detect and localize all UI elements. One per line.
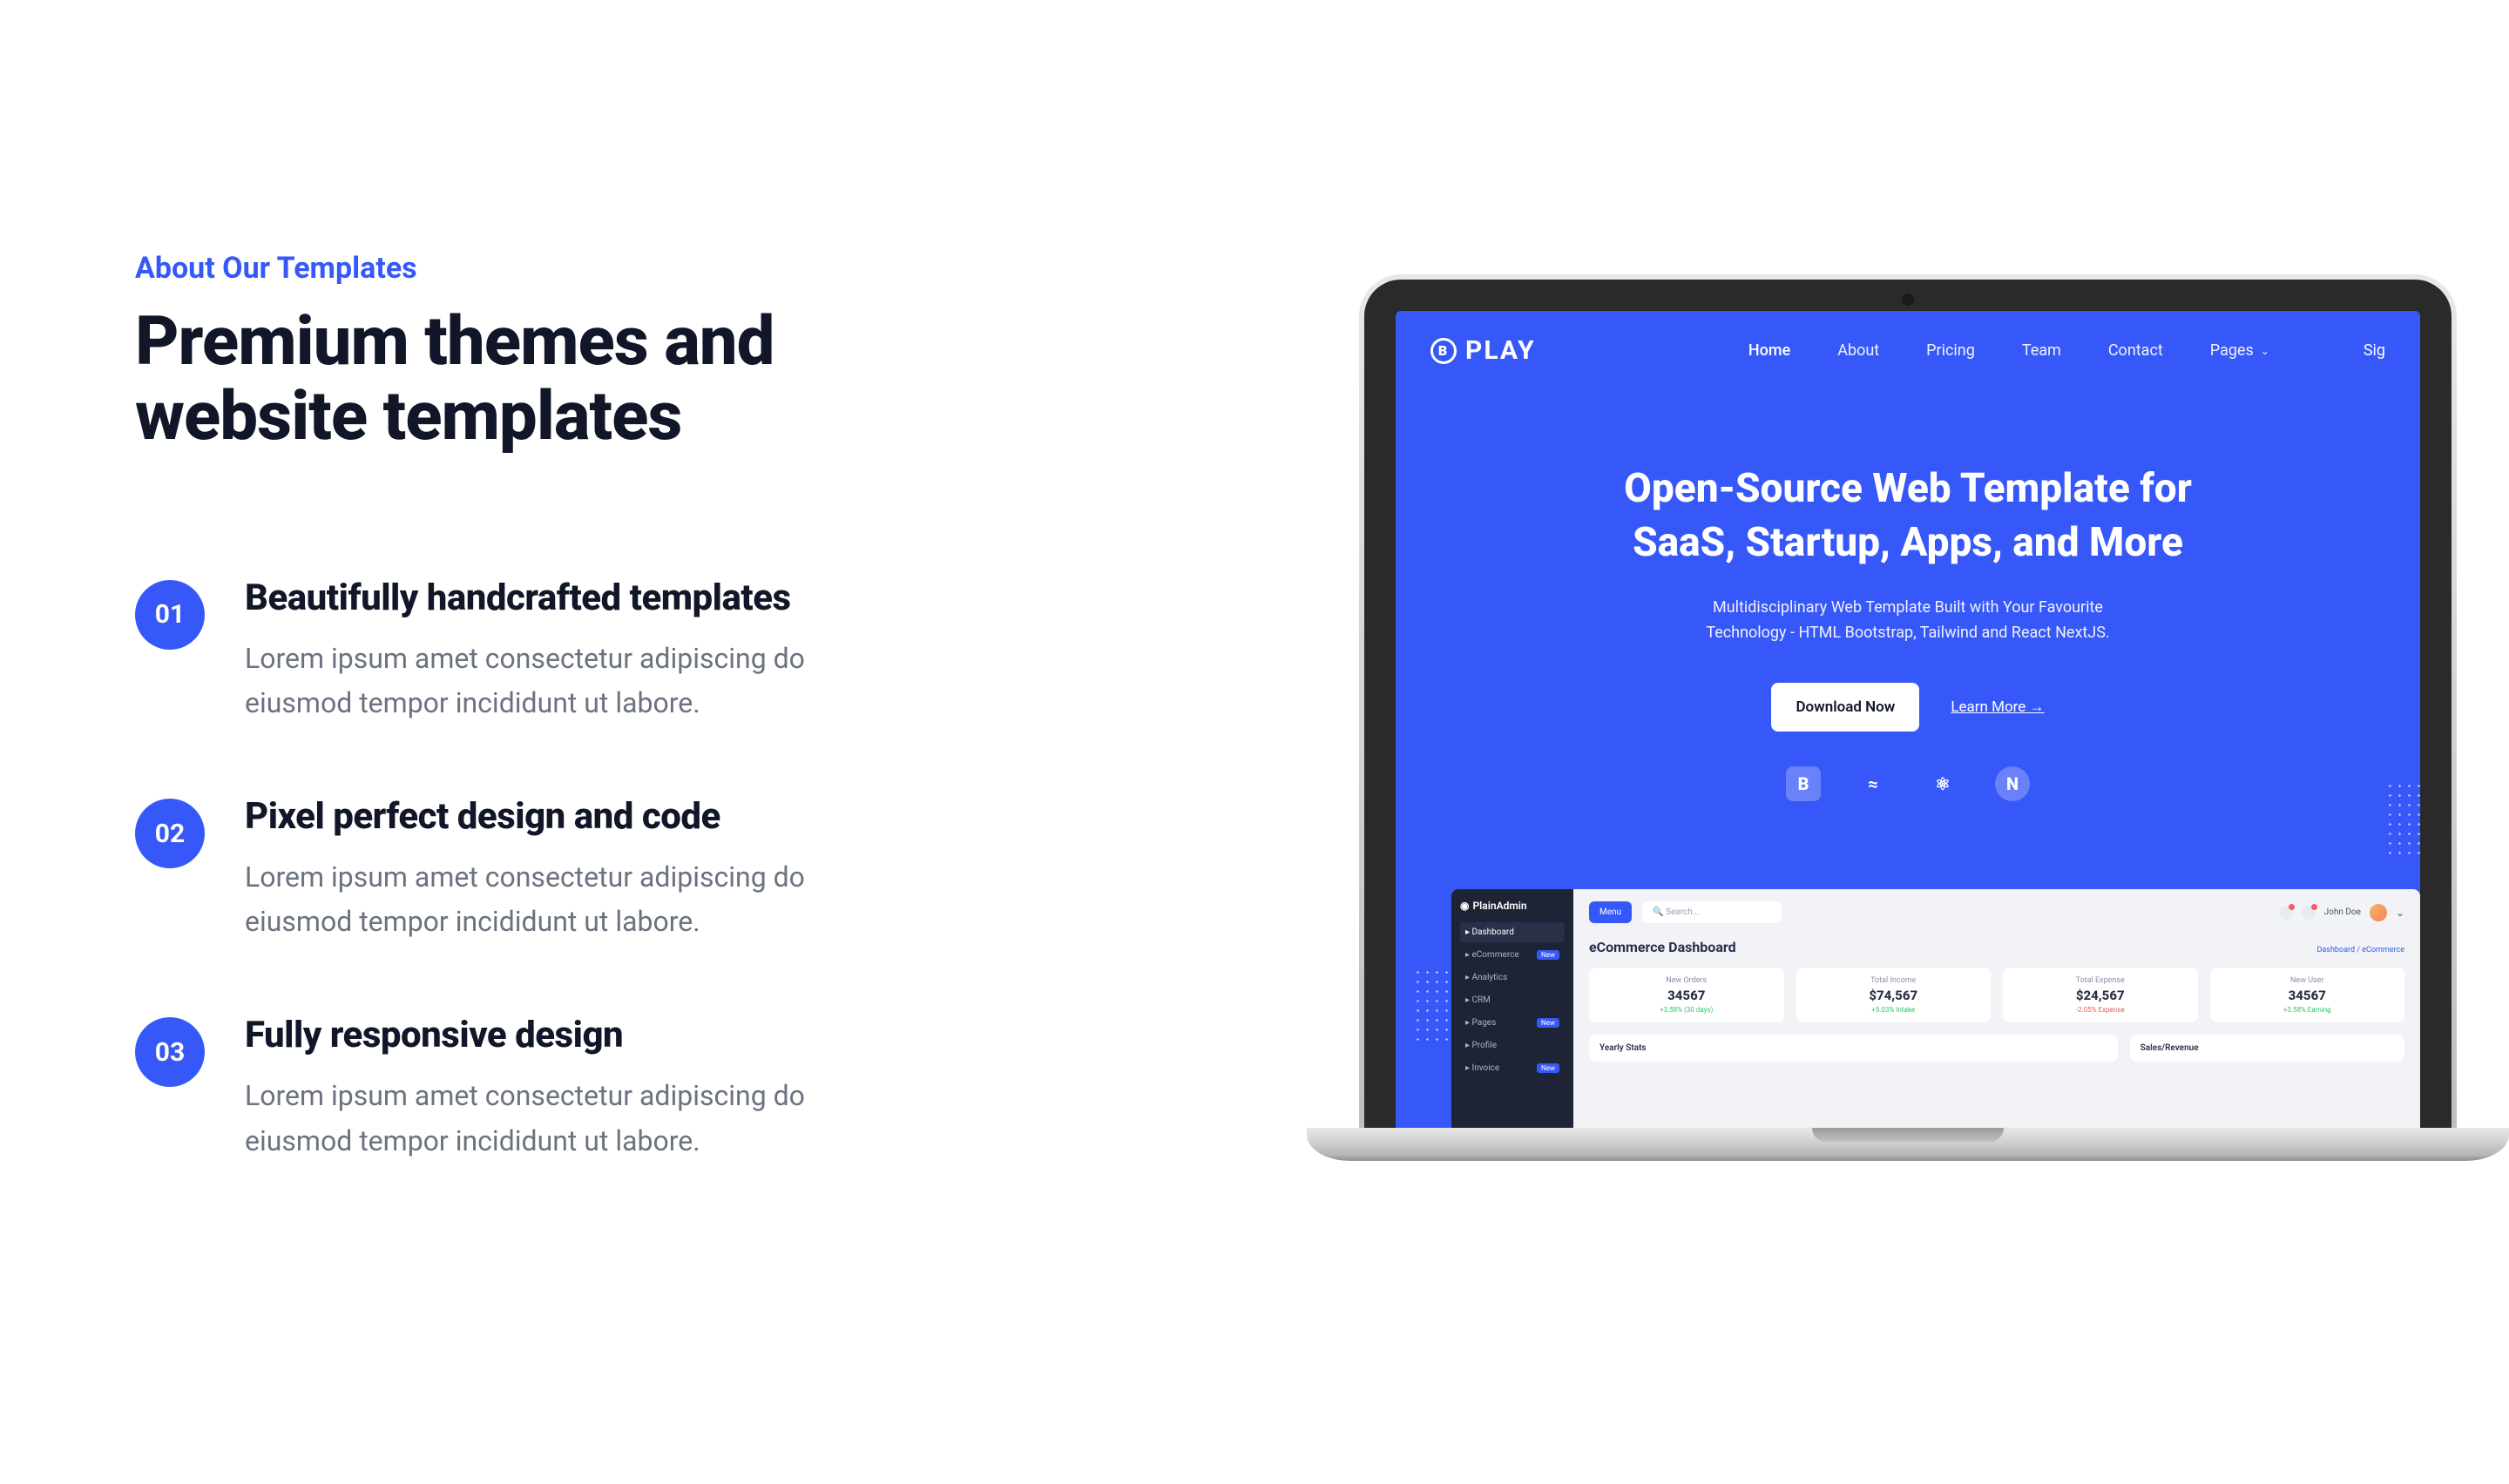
sidebar-item[interactable]: ▸ Profile (1460, 1035, 1565, 1056)
dashboard-mockup: PlainAdmin ▸ Dashboard ▸ eCommerceNew ▸ An… (1451, 889, 2420, 1133)
content-left: About Our Templates Premium themes and w… (0, 251, 1150, 1233)
dashboard-title: eCommerce Dashboard Dashboard / eCommerc… (1589, 939, 2404, 955)
hero-subtitle: Multidisciplinary Web Template Built wit… (1396, 596, 2420, 646)
sidebar-item[interactable]: ▸ eCommerceNew (1460, 945, 1565, 965)
tech-icons: B ≈ ⚛ N (1396, 766, 2420, 801)
stat-card: New User34567+3.58% Earning (2210, 968, 2405, 1022)
chevron-down-icon: ⌄ (2396, 907, 2404, 919)
feature-number-badge: 02 (135, 799, 205, 868)
sidebar-item[interactable]: ▸ PagesNew (1460, 1013, 1565, 1033)
mockup-hero: Open-Source Web Template for SaaS, Start… (1396, 366, 2420, 801)
feature-title: Pixel perfect design and code (245, 795, 1150, 838)
nav-about[interactable]: About (1837, 341, 1879, 360)
nav-home[interactable]: Home (1748, 341, 1790, 360)
feature-item: 01 Beautifully handcrafted templates Lor… (135, 577, 1150, 725)
sidebar-item[interactable]: ▸ InvoiceNew (1460, 1058, 1565, 1078)
feature-item: 02 Pixel perfect design and code Lorem i… (135, 795, 1150, 944)
camera-icon (1902, 293, 1914, 306)
avatar[interactable] (2370, 904, 2387, 921)
dashboard-main: Menu 🔍 Search... John Doe ⌄ (1573, 889, 2420, 1133)
section-subtitle: About Our Templates (135, 251, 1150, 286)
section-title: Premium themes and website templates (135, 305, 1150, 455)
feature-number-badge: 03 (135, 1017, 205, 1087)
dashboard-logo: PlainAdmin (1460, 900, 1565, 912)
decoration-dots (2385, 781, 2420, 860)
dashboard-sidebar: PlainAdmin ▸ Dashboard ▸ eCommerceNew ▸ An… (1451, 889, 1573, 1133)
nav-pricing[interactable]: Pricing (1926, 341, 1975, 360)
stat-card: Total Income$74,567+5.03% Intake (1796, 968, 1992, 1022)
nav-pages[interactable]: Pages ⌄ (2210, 341, 2269, 360)
sidebar-item[interactable]: ▸ Analytics (1460, 968, 1565, 988)
chevron-down-icon: ⌄ (2261, 345, 2269, 357)
download-button[interactable]: Download Now (1771, 683, 1919, 732)
message-icon[interactable] (2302, 906, 2316, 920)
nav-signin[interactable]: Sig (2364, 341, 2385, 360)
yearly-stats-card: Yearly Stats (1589, 1035, 2118, 1062)
hero-title: Open-Source Web Template for SaaS, Start… (1396, 462, 2420, 570)
feature-item: 03 Fully responsive design Lorem ipsum a… (135, 1014, 1150, 1163)
tailwind-icon: ≈ (1856, 766, 1890, 801)
logo-icon: B (1430, 338, 1457, 364)
user-menu[interactable]: John Doe ⌄ (2279, 904, 2404, 921)
react-icon: ⚛ (1925, 766, 1960, 801)
laptop-base (1307, 1128, 2509, 1161)
bootstrap-icon: B (1786, 766, 1821, 801)
feature-title: Fully responsive design (245, 1014, 1150, 1056)
feature-description: Lorem ipsum amet consectetur adipiscing … (245, 1074, 872, 1163)
learn-more-link[interactable]: Learn More → (1951, 698, 2044, 716)
laptop-notch (1812, 1128, 2004, 1142)
menu-button[interactable]: Menu (1589, 901, 1632, 923)
feature-title: Beautifully handcrafted templates (245, 577, 1150, 619)
sidebar-item[interactable]: ▸ CRM (1460, 990, 1565, 1010)
nav-contact[interactable]: Contact (2108, 341, 2163, 360)
search-input[interactable]: 🔍 Search... (1642, 901, 1782, 923)
sidebar-item[interactable]: ▸ Dashboard (1460, 922, 1565, 942)
mockup-screen: B PLAY Home About Pricing Team Contact (1396, 311, 2420, 1133)
feature-description: Lorem ipsum amet consectetur adipiscing … (245, 637, 872, 725)
nav-team[interactable]: Team (2022, 341, 2061, 360)
stat-card: Total Expense$24,567-2.05% Expense (2003, 968, 2198, 1022)
feature-number-badge: 01 (135, 580, 205, 650)
breadcrumb: Dashboard / eCommerce (2317, 946, 2405, 954)
nextjs-icon: N (1995, 766, 2030, 801)
feature-description: Lorem ipsum amet consectetur adipiscing … (245, 855, 872, 944)
stat-card: New Orders34567+3.58% (30 days) (1589, 968, 1784, 1022)
notification-icon[interactable] (2279, 906, 2293, 920)
laptop-mockup: B PLAY Home About Pricing Team Contact (1307, 274, 2509, 1161)
sales-revenue-card: Sales/Revenue (2130, 1035, 2404, 1062)
mockup-logo: B PLAY (1430, 335, 1536, 366)
mockup-topnav: B PLAY Home About Pricing Team Contact (1396, 311, 2420, 366)
